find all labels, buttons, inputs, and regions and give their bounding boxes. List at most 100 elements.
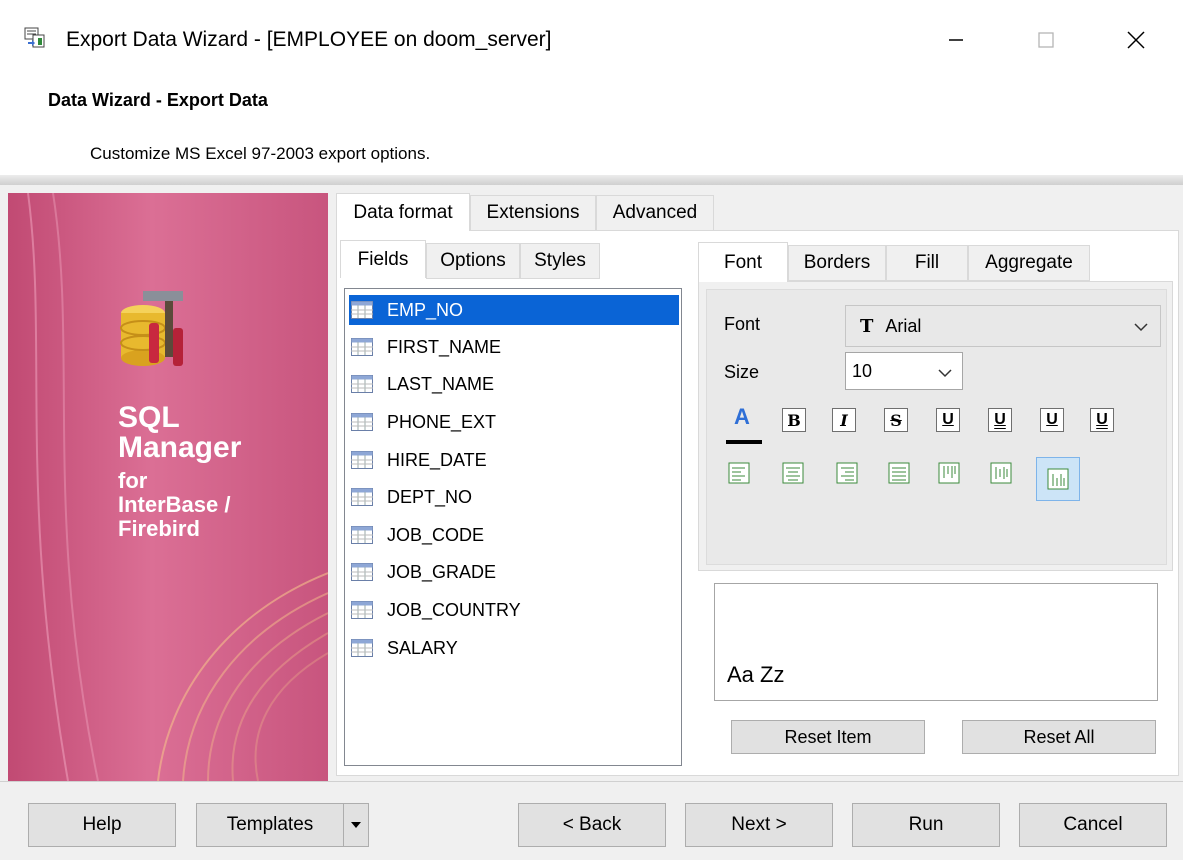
field-name: PHONE_EXT xyxy=(387,411,497,432)
underline-single-button[interactable]: U xyxy=(936,408,960,432)
font-combo[interactable]: T Arial xyxy=(845,305,1161,347)
size-value: 10 xyxy=(852,360,873,381)
tab-label: Data format xyxy=(353,201,453,223)
minimize-button[interactable] xyxy=(926,18,986,62)
tab-extensions[interactable]: Extensions xyxy=(470,195,596,231)
close-icon xyxy=(1127,31,1145,49)
size-combo[interactable]: 10 xyxy=(845,352,963,390)
tab-font[interactable]: Font xyxy=(698,242,788,282)
banner-line-firebird: Firebird xyxy=(118,516,200,542)
templates-button[interactable]: Templates xyxy=(196,803,344,847)
align-right-button[interactable] xyxy=(832,458,862,488)
button-label: Reset All xyxy=(1023,726,1095,747)
fields-list[interactable]: EMP_NO FIRST_NAME LAST_NAME PHONE_EXT HI… xyxy=(344,288,682,766)
align-center-button[interactable] xyxy=(778,458,808,488)
table-field-icon xyxy=(351,375,373,393)
tab-label: Styles xyxy=(534,250,586,271)
italic-button[interactable]: I xyxy=(832,408,856,432)
back-button[interactable]: < Back xyxy=(518,803,666,847)
tab-aggregate[interactable]: Aggregate xyxy=(968,245,1090,281)
field-name: JOB_GRADE xyxy=(387,561,497,582)
button-label: Reset Item xyxy=(784,726,872,747)
button-label: Help xyxy=(82,814,122,835)
underline-double-accounting-button[interactable]: U xyxy=(1090,408,1114,432)
tab-styles[interactable]: Styles xyxy=(520,243,600,279)
font-label: Font xyxy=(724,314,761,334)
list-item[interactable]: JOB_GRADE xyxy=(349,557,679,587)
valign-bottom-icon xyxy=(1047,468,1069,490)
run-button[interactable]: Run xyxy=(852,803,1000,847)
tab-label: Extensions xyxy=(486,202,580,223)
banner-text: SQL Manager for InterBase / Firebird xyxy=(118,403,241,542)
table-field-icon xyxy=(351,338,373,356)
wizard-step-description: Customize MS Excel 97-2003 export option… xyxy=(90,144,431,163)
export-wizard-icon xyxy=(24,27,45,48)
tab-label: Options xyxy=(440,250,506,271)
tab-label: Aggregate xyxy=(985,252,1073,273)
tab-label: Font xyxy=(723,251,763,273)
align-justify-button[interactable] xyxy=(884,458,914,488)
tab-options[interactable]: Options xyxy=(426,243,520,279)
valign-middle-button[interactable] xyxy=(986,458,1016,488)
close-button[interactable] xyxy=(1106,18,1166,62)
list-item[interactable]: LAST_NAME xyxy=(349,369,679,399)
banner-line-manager: Manager xyxy=(118,431,242,464)
maximize-icon xyxy=(1038,32,1054,48)
banner-line-sql: SQL xyxy=(118,401,180,434)
strikeout-button[interactable]: S xyxy=(884,408,908,432)
underline-accounting-button[interactable]: U xyxy=(1040,408,1064,432)
list-item[interactable]: FIRST_NAME xyxy=(349,332,679,362)
font-color-swatch xyxy=(726,440,762,444)
button-label: Next > xyxy=(731,814,787,835)
list-item[interactable]: SALARY xyxy=(349,633,679,663)
underline-double-icon: U xyxy=(994,411,1006,428)
reset-item-button[interactable]: Reset Item xyxy=(731,720,925,754)
field-name: SALARY xyxy=(387,637,458,658)
list-item[interactable]: EMP_NO xyxy=(349,295,679,325)
valign-top-button[interactable] xyxy=(934,458,964,488)
underline-double-accounting-icon: U xyxy=(1096,411,1108,428)
font-color-button[interactable]: A xyxy=(726,404,762,446)
field-name: DEPT_NO xyxy=(387,486,473,507)
next-button[interactable]: Next > xyxy=(685,803,833,847)
field-name: JOB_CODE xyxy=(387,524,485,545)
list-item[interactable]: HIRE_DATE xyxy=(349,445,679,475)
minimize-icon xyxy=(949,39,963,41)
list-item[interactable]: DEPT_NO xyxy=(349,482,679,512)
banner-line-interbase: InterBase / xyxy=(118,492,231,518)
help-button[interactable]: Help xyxy=(28,803,176,847)
field-name: FIRST_NAME xyxy=(387,336,502,357)
valign-bottom-button[interactable] xyxy=(1036,457,1080,501)
button-label: Run xyxy=(908,814,944,835)
caret-down-icon xyxy=(351,822,361,828)
window-title: Export Data Wizard - [EMPLOYEE on doom_s… xyxy=(66,28,552,51)
table-field-icon xyxy=(351,563,373,581)
underline-accounting-icon: U xyxy=(1046,411,1058,428)
tab-fields[interactable]: Fields xyxy=(340,240,426,278)
cancel-button[interactable]: Cancel xyxy=(1019,803,1167,847)
tab-fill[interactable]: Fill xyxy=(886,245,968,281)
font-preview-text: Aa Zz xyxy=(727,662,785,687)
button-label: < Back xyxy=(562,814,622,835)
align-left-button[interactable] xyxy=(724,458,754,488)
product-banner: SQL Manager for InterBase / Firebird xyxy=(8,193,328,781)
templates-dropdown-button[interactable] xyxy=(343,803,369,847)
maximize-button[interactable] xyxy=(1016,18,1076,62)
tab-data-format[interactable]: Data format xyxy=(336,193,470,231)
tab-label: Borders xyxy=(803,252,871,273)
tab-borders[interactable]: Borders xyxy=(788,245,886,281)
tab-advanced[interactable]: Advanced xyxy=(596,195,714,231)
underline-double-button[interactable]: U xyxy=(988,408,1012,432)
font-color-icon: A xyxy=(734,404,750,429)
size-label: Size xyxy=(724,362,760,382)
valign-middle-icon xyxy=(990,462,1012,484)
reset-all-button[interactable]: Reset All xyxy=(962,720,1156,754)
table-field-icon xyxy=(351,413,373,431)
button-label: Cancel xyxy=(1063,814,1123,835)
font-preview-box: Aa Zz xyxy=(714,583,1158,701)
list-item[interactable]: PHONE_EXT xyxy=(349,407,679,437)
bold-button[interactable]: B xyxy=(782,408,806,432)
align-right-icon xyxy=(836,462,858,484)
list-item[interactable]: JOB_COUNTRY xyxy=(349,595,679,625)
list-item[interactable]: JOB_CODE xyxy=(349,520,679,550)
